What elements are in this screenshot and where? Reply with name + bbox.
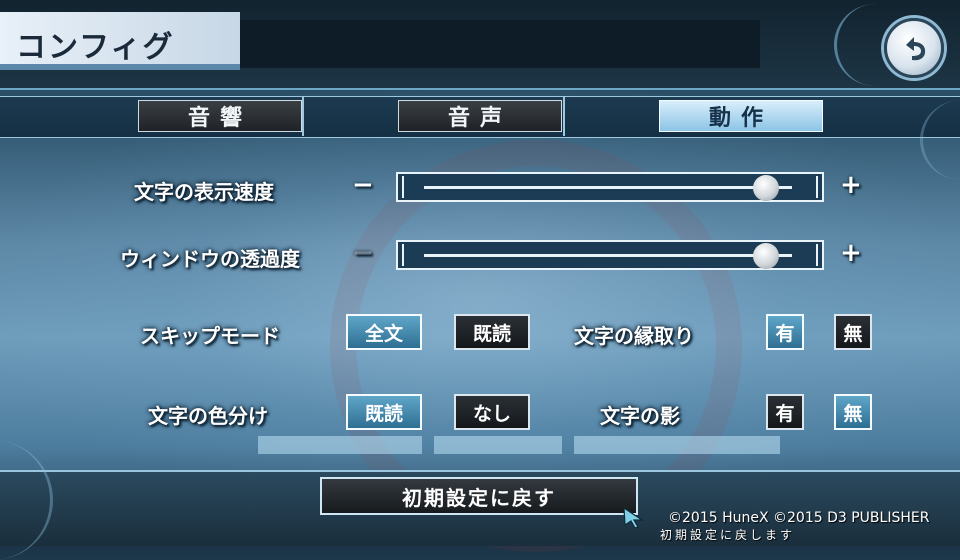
window-opacity-decrease-button[interactable]: − xyxy=(352,238,374,268)
decorative-strip xyxy=(258,436,422,454)
tab-sound[interactable]: 音響 xyxy=(138,100,302,132)
copyright-text: ©2015 HuneX ©2015 D3 PUBLISHER xyxy=(668,510,930,526)
window-opacity-label: ウィンドウの透過度 xyxy=(120,247,300,271)
text-outline-on-button[interactable]: 有 xyxy=(766,314,804,350)
skip-mode-read-button[interactable]: 既読 xyxy=(454,314,530,350)
text-color-read-button[interactable]: 既読 xyxy=(346,394,422,430)
text-speed-label: 文字の表示速度 xyxy=(134,180,274,204)
window-opacity-increase-button[interactable]: + xyxy=(840,238,862,268)
text-shadow-off-button[interactable]: 無 xyxy=(834,394,872,430)
title-bar-panel xyxy=(240,20,760,68)
slider-track xyxy=(424,186,792,189)
return-arrow-icon xyxy=(906,37,926,61)
window-opacity-slider[interactable] xyxy=(396,240,824,270)
slider-end-cap xyxy=(402,176,404,198)
slider-knob[interactable] xyxy=(753,243,780,269)
text-outline-label: 文字の縁取り xyxy=(574,324,694,348)
skip-mode-label: スキップモード xyxy=(140,324,280,348)
tab-voice[interactable]: 音声 xyxy=(398,100,562,132)
slider-end-cap xyxy=(816,176,818,198)
page-title: コンフィグ xyxy=(16,30,175,65)
reset-defaults-button[interactable]: 初期設定に戻す xyxy=(320,477,638,515)
text-color-label: 文字の色分け xyxy=(148,404,268,428)
tab-behavior[interactable]: 動作 xyxy=(659,100,823,132)
text-shadow-on-button[interactable]: 有 xyxy=(766,394,804,430)
text-speed-decrease-button[interactable]: − xyxy=(352,170,374,200)
text-speed-increase-button[interactable]: + xyxy=(840,170,862,200)
decorative-strip xyxy=(574,436,780,454)
slider-track xyxy=(424,254,792,257)
skip-mode-all-button[interactable]: 全文 xyxy=(346,314,422,350)
cursor-pointer-icon xyxy=(623,506,644,528)
tab-divider xyxy=(563,96,565,136)
text-shadow-label: 文字の影 xyxy=(600,404,680,428)
help-hint-text: 初期設定に戻します xyxy=(660,528,796,542)
slider-end-cap xyxy=(816,244,818,266)
back-button[interactable] xyxy=(884,18,944,78)
text-speed-slider[interactable] xyxy=(396,172,824,202)
tab-divider xyxy=(302,96,304,136)
text-color-none-button[interactable]: なし xyxy=(454,394,530,430)
slider-end-cap xyxy=(402,244,404,266)
slider-knob[interactable] xyxy=(753,175,780,201)
decorative-strip xyxy=(434,436,562,454)
text-outline-off-button[interactable]: 無 xyxy=(834,314,872,350)
